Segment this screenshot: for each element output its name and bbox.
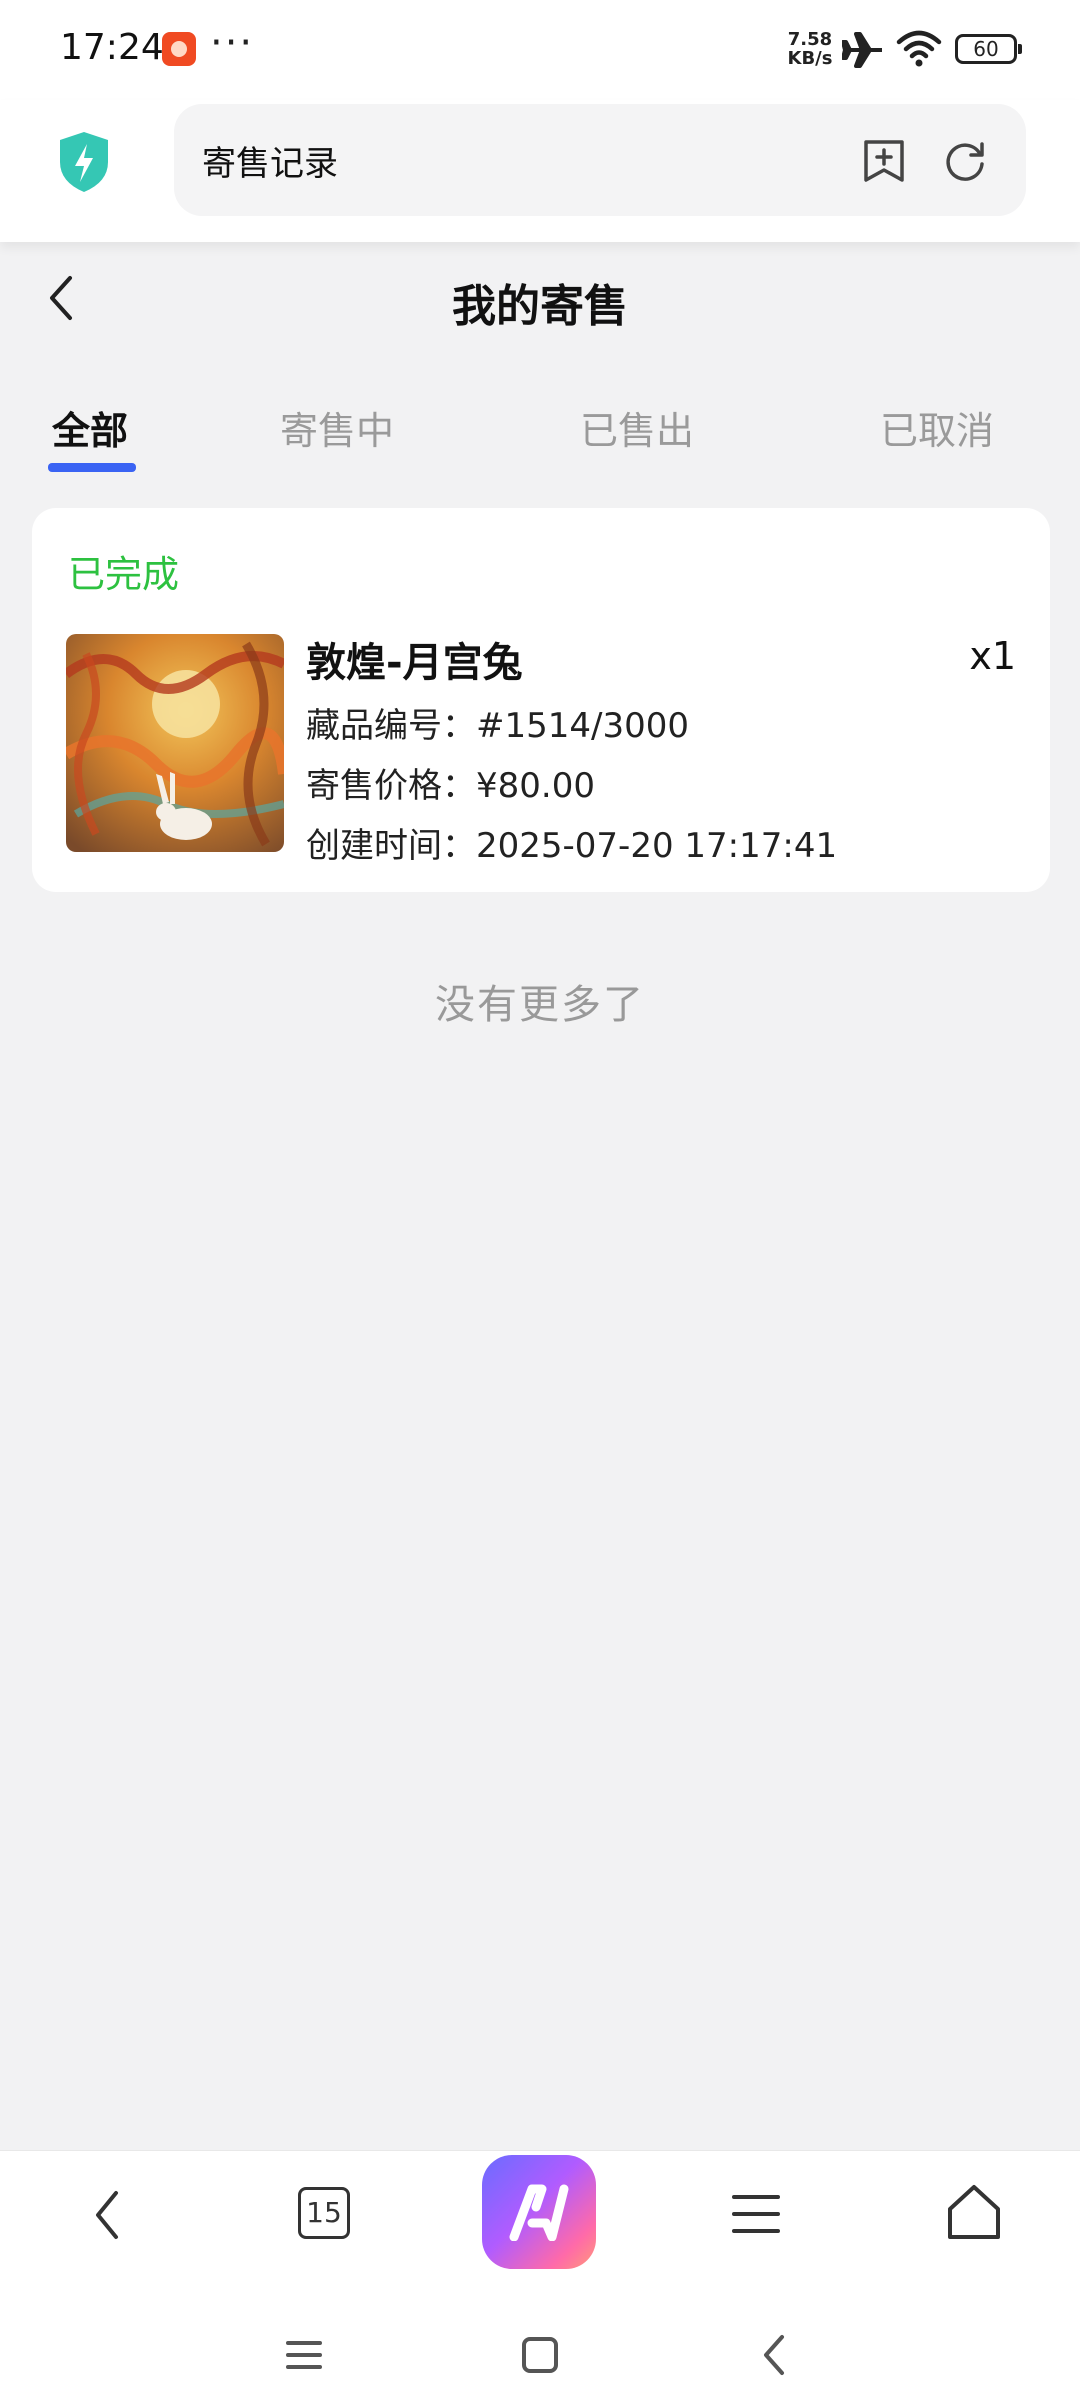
bookmark-add-icon[interactable] bbox=[862, 138, 906, 184]
serial-number-line: 藏品编号：#1514/3000 bbox=[306, 698, 689, 747]
created-label: 创建时间： bbox=[306, 826, 476, 866]
serial-label: 藏品编号： bbox=[306, 706, 476, 746]
browser-back-icon[interactable] bbox=[88, 2187, 128, 2243]
tabs-button[interactable]: 15 bbox=[298, 2187, 350, 2239]
tab-on-sale[interactable]: 寄售中 bbox=[280, 400, 394, 455]
price-value: ¥80.00 bbox=[476, 766, 595, 806]
more-notifications-icon: ··· bbox=[210, 20, 255, 66]
shield-icon[interactable] bbox=[56, 130, 112, 194]
system-back-icon[interactable] bbox=[758, 2333, 790, 2377]
order-card[interactable]: 已完成 敦煌-月宫兔 x1 藏品编号：#1514/3000 寄售价格：¥80.0… bbox=[32, 508, 1050, 892]
page-title: 我的寄售 bbox=[452, 281, 628, 332]
home-icon[interactable] bbox=[946, 2183, 1002, 2241]
tab-sold[interactable]: 已售出 bbox=[580, 400, 694, 455]
status-time: 17:24 bbox=[60, 27, 164, 68]
address-text[interactable]: 寄售记录 bbox=[202, 136, 338, 185]
address-bar[interactable]: 寄售记录 bbox=[174, 104, 1026, 216]
list-end-text: 没有更多了 bbox=[435, 982, 645, 1028]
collectible-thumbnail bbox=[66, 634, 284, 852]
menu-icon[interactable] bbox=[730, 2189, 782, 2239]
system-home-icon[interactable] bbox=[520, 2335, 560, 2375]
created-time-line: 创建时间：2025-07-20 17:17:41 bbox=[306, 818, 837, 867]
wifi-icon bbox=[896, 30, 942, 67]
price-line: 寄售价格：¥80.00 bbox=[306, 758, 595, 807]
airplane-mode-icon bbox=[842, 32, 882, 68]
ai-assistant-button[interactable] bbox=[482, 2155, 596, 2269]
serial-value: #1514/3000 bbox=[476, 706, 689, 746]
order-status: 已完成 bbox=[68, 553, 179, 596]
collectible-name: 敦煌-月宫兔 bbox=[306, 640, 523, 686]
tab-all[interactable]: 全部 bbox=[52, 400, 128, 455]
app-notification-icon bbox=[162, 32, 196, 66]
browser-header: 寄售记录 bbox=[0, 100, 1080, 242]
refresh-icon[interactable] bbox=[942, 138, 988, 184]
tab-indicator bbox=[48, 463, 136, 472]
status-bar: 17:24 ··· 7.58 KB/s 60 bbox=[0, 0, 1080, 100]
system-recents-icon[interactable] bbox=[284, 2337, 324, 2373]
created-value: 2025-07-20 17:17:41 bbox=[476, 826, 838, 866]
network-speed: 7.58 KB/s bbox=[787, 29, 833, 69]
bottom-toolbar: 15 bbox=[0, 2150, 1080, 2400]
collectible-quantity: x1 bbox=[969, 634, 1016, 678]
tab-cancelled[interactable]: 已取消 bbox=[880, 400, 994, 455]
ai-logo-icon bbox=[509, 2184, 569, 2241]
price-label: 寄售价格： bbox=[306, 766, 476, 806]
battery-indicator: 60 bbox=[955, 34, 1022, 64]
